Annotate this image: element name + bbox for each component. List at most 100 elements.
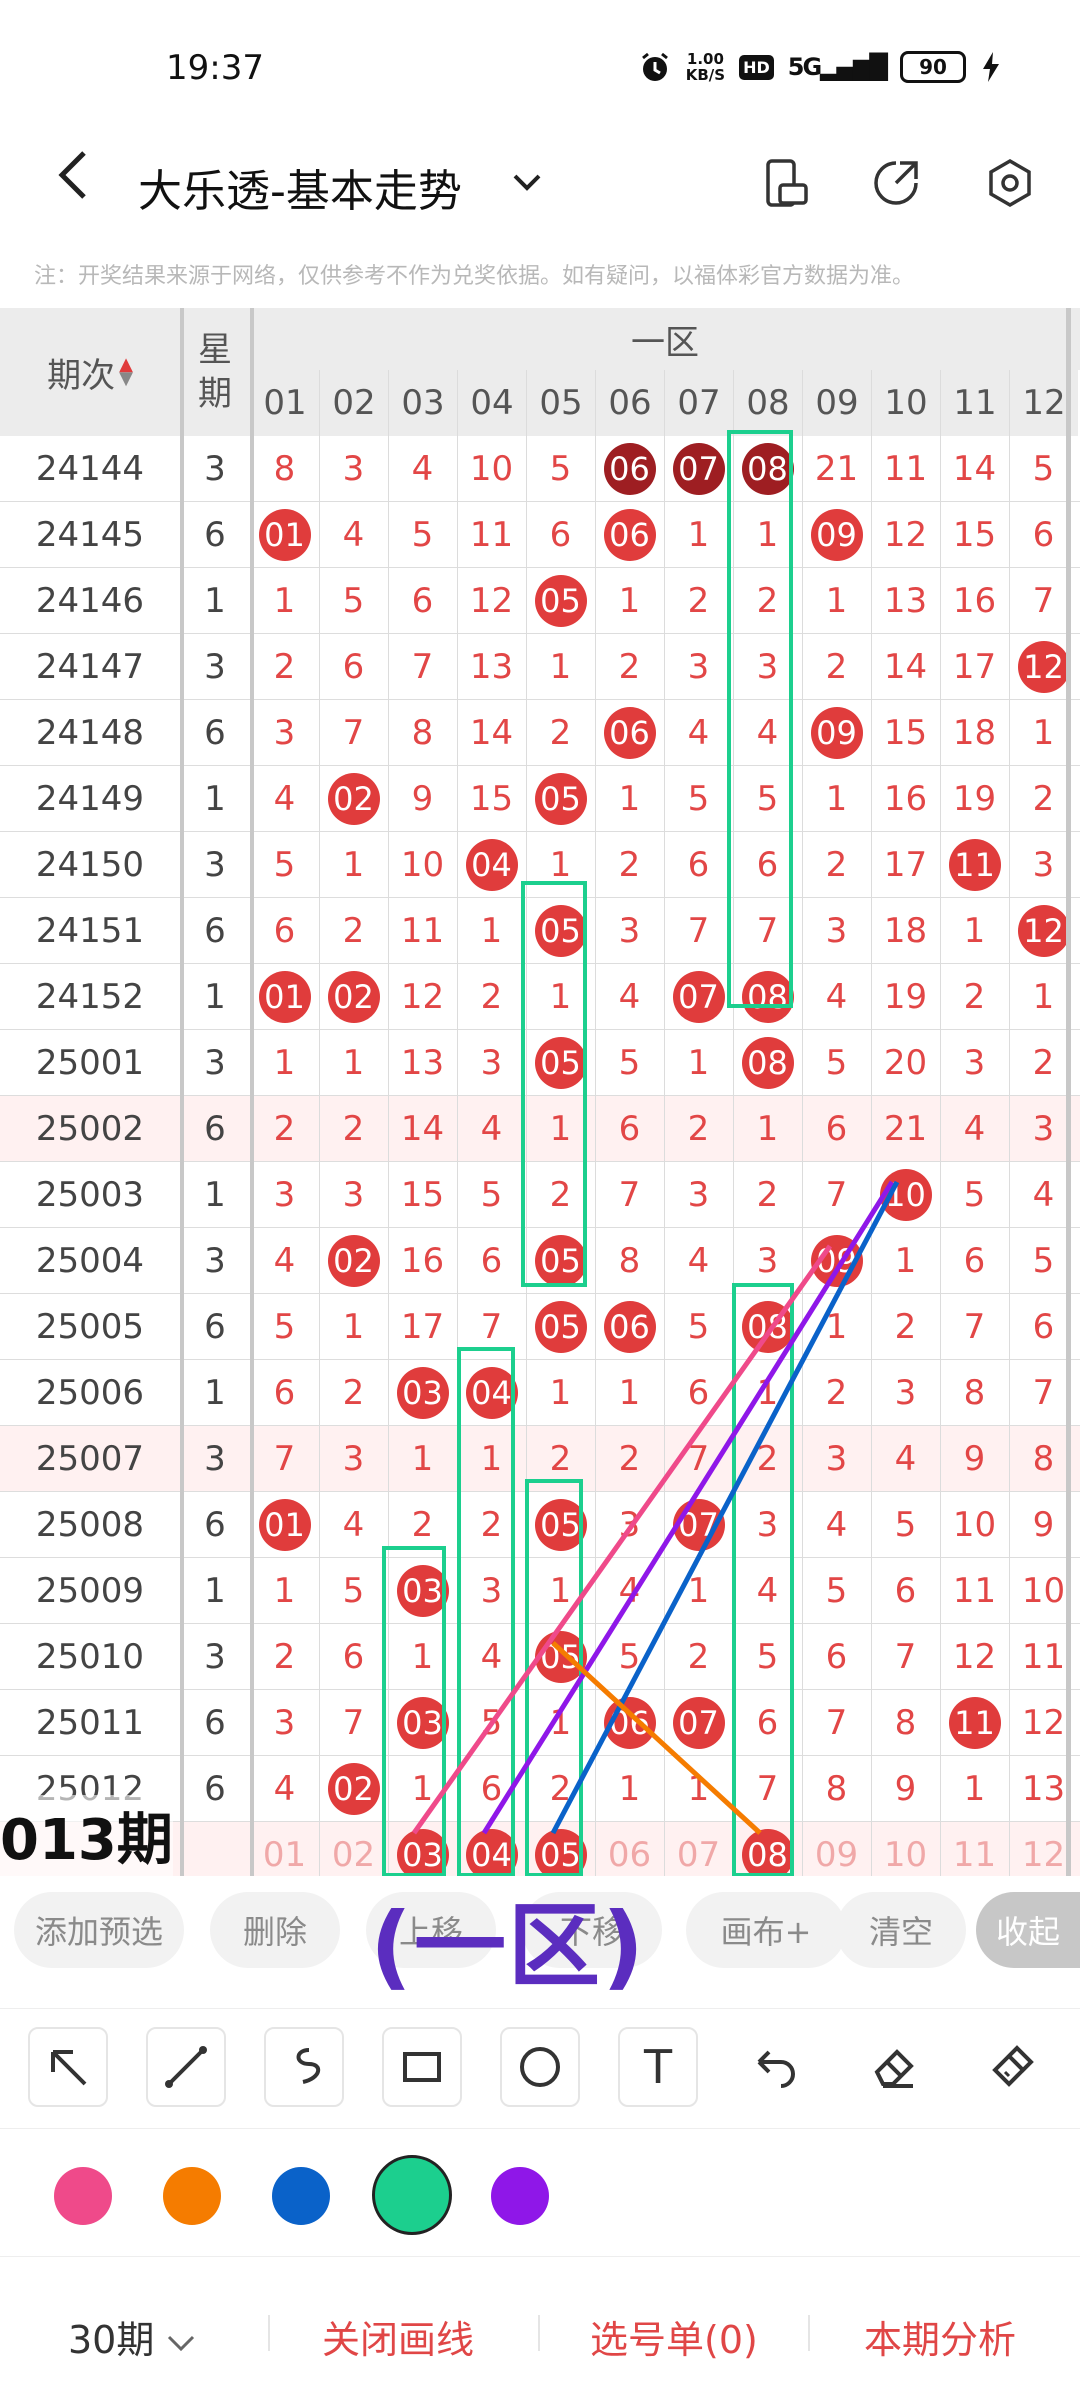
number-cell[interactable]: 5 [595, 1030, 664, 1096]
number-cell[interactable]: 4 [319, 502, 388, 568]
number-cell[interactable]: 7 [250, 1426, 319, 1492]
number-cell[interactable]: 7 [664, 1426, 733, 1492]
number-cell[interactable]: 16 [388, 1228, 457, 1294]
number-cell[interactable]: 2 [871, 1294, 940, 1360]
number-cell[interactable]: 08 [733, 1030, 802, 1096]
number-cell[interactable]: 3 [733, 634, 802, 700]
number-cell[interactable]: 2 [733, 1426, 802, 1492]
number-cell[interactable]: 1 [664, 1756, 733, 1822]
number-cell[interactable]: 7 [940, 1294, 1009, 1360]
number-cell[interactable]: 4 [733, 1558, 802, 1624]
number-cell[interactable]: 13 [457, 634, 526, 700]
settings-button[interactable] [980, 153, 1040, 213]
number-cell[interactable]: 19 [871, 964, 940, 1030]
number-cell[interactable]: 1 [871, 1228, 940, 1294]
number-cell[interactable]: 03 [388, 1360, 457, 1426]
number-cell[interactable]: 7 [733, 1756, 802, 1822]
number-cell[interactable]: 9 [940, 1426, 1009, 1492]
predict-cell[interactable]: 01 [250, 1822, 319, 1876]
predict-cell[interactable]: 05 [526, 1822, 595, 1876]
number-cell[interactable]: 6 [457, 1228, 526, 1294]
number-cell[interactable]: 6 [319, 1624, 388, 1690]
predict-cell[interactable]: 02 [319, 1822, 388, 1876]
number-cell[interactable]: 05 [526, 1624, 595, 1690]
clear-button[interactable]: 清空 [836, 1892, 966, 1968]
color-swatch-orange[interactable] [163, 2167, 221, 2225]
number-cell[interactable]: 1 [250, 1030, 319, 1096]
color-swatch-purple[interactable] [491, 2167, 549, 2225]
number-cell[interactable]: 4 [664, 700, 733, 766]
number-cell[interactable]: 5 [526, 436, 595, 502]
predict-cell[interactable]: 08 [733, 1822, 802, 1876]
number-cell[interactable]: 10 [388, 832, 457, 898]
number-cell[interactable]: 2 [664, 568, 733, 634]
predict-cell[interactable]: 07 [664, 1822, 733, 1876]
collapse-button[interactable]: 收起 [976, 1892, 1080, 1968]
number-cell[interactable]: 10 [871, 1162, 940, 1228]
number-cell[interactable]: 6 [250, 898, 319, 964]
number-cell[interactable]: 3 [733, 1492, 802, 1558]
number-cell[interactable]: 2 [526, 1426, 595, 1492]
number-cell[interactable]: 18 [940, 700, 1009, 766]
number-cell[interactable]: 16 [940, 568, 1009, 634]
number-cell[interactable]: 7 [457, 1294, 526, 1360]
number-cell[interactable]: 1 [526, 1690, 595, 1756]
number-cell[interactable]: 5 [250, 832, 319, 898]
number-cell[interactable]: 01 [250, 964, 319, 1030]
number-cell[interactable]: 02 [319, 1228, 388, 1294]
number-cell[interactable]: 2 [457, 964, 526, 1030]
number-cell[interactable]: 3 [595, 1492, 664, 1558]
number-cell[interactable]: 5 [595, 1624, 664, 1690]
number-cell[interactable]: 5 [733, 1624, 802, 1690]
number-cell[interactable]: 17 [388, 1294, 457, 1360]
number-cell[interactable]: 8 [802, 1756, 871, 1822]
number-cell[interactable]: 2 [250, 634, 319, 700]
number-cell[interactable]: 09 [802, 700, 871, 766]
number-cell[interactable]: 3 [664, 1162, 733, 1228]
number-cell[interactable]: 9 [871, 1756, 940, 1822]
number-cell[interactable]: 6 [733, 1690, 802, 1756]
number-cell[interactable]: 4 [250, 1756, 319, 1822]
number-cell[interactable]: 6 [733, 832, 802, 898]
number-cell[interactable]: 6 [664, 1360, 733, 1426]
number-cell[interactable]: 03 [388, 1558, 457, 1624]
number-cell[interactable]: 2 [595, 634, 664, 700]
number-cell[interactable]: 5 [940, 1162, 1009, 1228]
rectangle-tool-button[interactable] [382, 2027, 462, 2107]
number-cell[interactable]: 1 [319, 1030, 388, 1096]
number-cell[interactable]: 09 [802, 1228, 871, 1294]
number-cell[interactable]: 5 [388, 502, 457, 568]
number-cell[interactable]: 7 [871, 1624, 940, 1690]
number-cell[interactable]: 3 [319, 1162, 388, 1228]
number-cell[interactable]: 1 [319, 1294, 388, 1360]
number-cell[interactable]: 11 [940, 1690, 1009, 1756]
predict-cell[interactable]: 09 [802, 1822, 871, 1876]
number-cell[interactable]: 4 [250, 1228, 319, 1294]
number-cell[interactable]: 08 [733, 964, 802, 1030]
number-cell[interactable]: 17 [871, 832, 940, 898]
number-cell[interactable]: 1 [595, 766, 664, 832]
number-cell[interactable]: 7 [664, 898, 733, 964]
number-cell[interactable]: 6 [664, 832, 733, 898]
number-cell[interactable]: 1 [733, 1360, 802, 1426]
number-cell[interactable]: 12 [388, 964, 457, 1030]
number-cell[interactable]: 11 [940, 1558, 1009, 1624]
number-cell[interactable]: 1 [526, 1360, 595, 1426]
number-cell[interactable]: 2 [802, 1360, 871, 1426]
number-cell[interactable]: 2 [733, 568, 802, 634]
number-cell[interactable]: 9 [388, 766, 457, 832]
number-cell[interactable]: 4 [457, 1096, 526, 1162]
number-cell[interactable]: 2 [457, 1492, 526, 1558]
number-cell[interactable]: 02 [319, 1756, 388, 1822]
number-cell[interactable]: 1 [250, 568, 319, 634]
number-cell[interactable]: 06 [595, 700, 664, 766]
number-cell[interactable]: 8 [940, 1360, 1009, 1426]
number-cell[interactable]: 3 [457, 1558, 526, 1624]
number-cell[interactable]: 2 [595, 1426, 664, 1492]
number-cell[interactable]: 11 [871, 436, 940, 502]
number-cell[interactable]: 3 [733, 1228, 802, 1294]
number-cell[interactable]: 6 [250, 1360, 319, 1426]
number-cell[interactable]: 05 [526, 1030, 595, 1096]
number-cell[interactable]: 05 [526, 898, 595, 964]
number-cell[interactable]: 5 [802, 1558, 871, 1624]
